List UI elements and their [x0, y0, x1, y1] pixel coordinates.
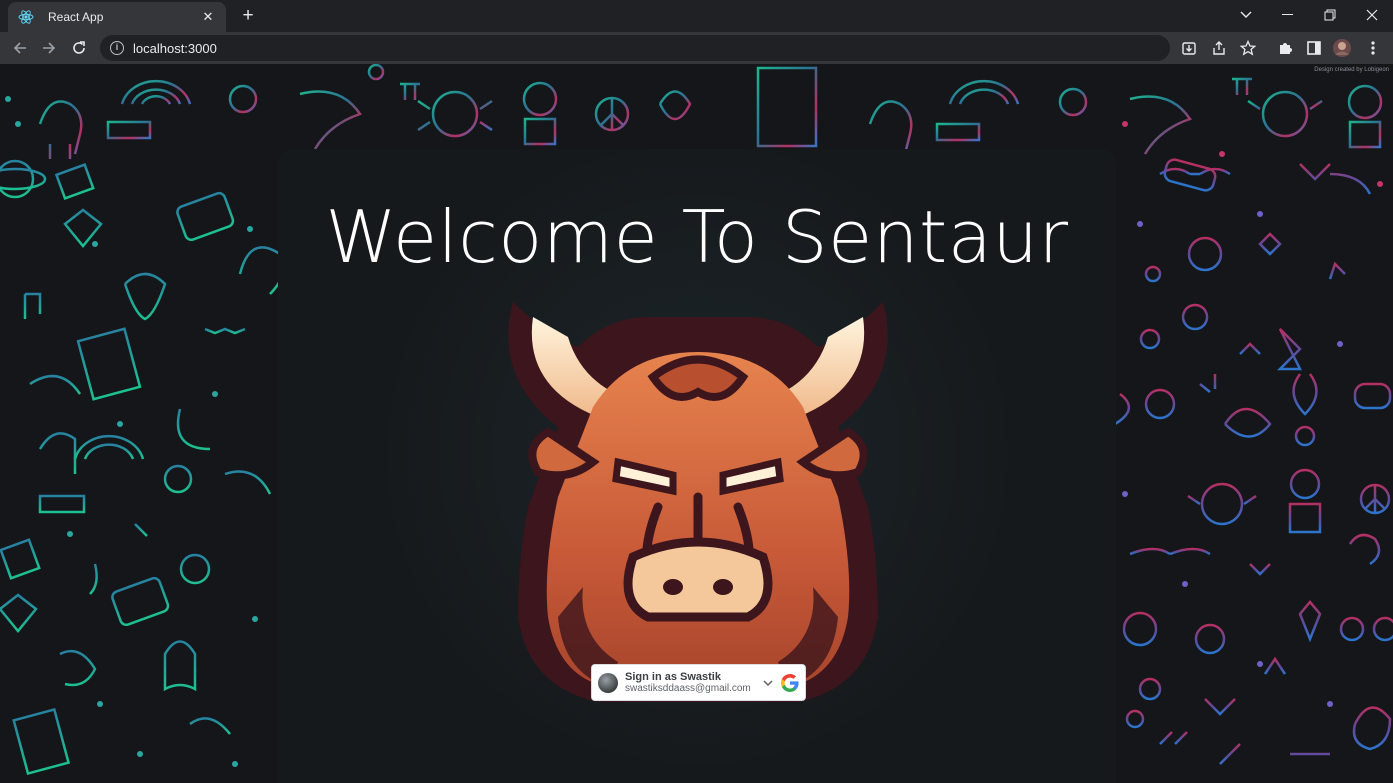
profile-avatar[interactable] — [1331, 37, 1353, 59]
info-icon[interactable]: i — [110, 41, 124, 55]
back-icon[interactable] — [9, 37, 31, 59]
window-close-icon[interactable] — [1360, 4, 1384, 26]
google-g-icon — [781, 673, 799, 692]
signin-label: Sign in as Swastik — [625, 670, 721, 683]
plus-icon[interactable]: + — [237, 5, 259, 27]
install-icon[interactable] — [1178, 37, 1200, 59]
google-signin-button[interactable]: Sign in as Swastik swastiksddaass@gmail.… — [591, 664, 806, 701]
page-viewport: Design created by Lobigeon Welcome To Se… — [0, 64, 1393, 783]
reload-icon[interactable] — [68, 37, 90, 59]
star-icon[interactable] — [1237, 37, 1259, 59]
chevron-down-icon[interactable] — [1234, 4, 1258, 26]
welcome-card: Welcome To Sentaur Sign in as Swastik sw… — [278, 149, 1116, 783]
signin-email: swastiksddaass@gmail.com — [625, 682, 751, 694]
signin-text: Sign in as Swastik swastiksddaass@gmail.… — [625, 671, 761, 695]
chevron-down-icon[interactable] — [763, 677, 775, 689]
tab-title: React App — [48, 10, 104, 24]
avatar — [598, 672, 618, 693]
browser-toolbar: i localhost:3000 — [0, 32, 1393, 64]
restore-icon[interactable] — [1318, 4, 1342, 26]
tab-react-app[interactable]: React App ✕ — [8, 2, 226, 32]
share-icon[interactable] — [1208, 37, 1230, 59]
close-icon[interactable]: ✕ — [200, 9, 216, 25]
side-panel-icon[interactable] — [1303, 37, 1325, 59]
address-bar[interactable]: i localhost:3000 — [100, 35, 1170, 61]
react-icon — [18, 9, 34, 25]
minimize-icon[interactable] — [1276, 4, 1300, 26]
kebab-menu-icon[interactable] — [1362, 37, 1384, 59]
background-credit: Design created by Lobigeon — [1314, 67, 1389, 73]
bull-logo — [508, 302, 888, 702]
forward-icon[interactable] — [38, 37, 60, 59]
url-text: localhost:3000 — [133, 40, 217, 56]
extensions-icon[interactable] — [1274, 37, 1296, 59]
tab-strip: React App ✕ + — [0, 0, 1393, 32]
